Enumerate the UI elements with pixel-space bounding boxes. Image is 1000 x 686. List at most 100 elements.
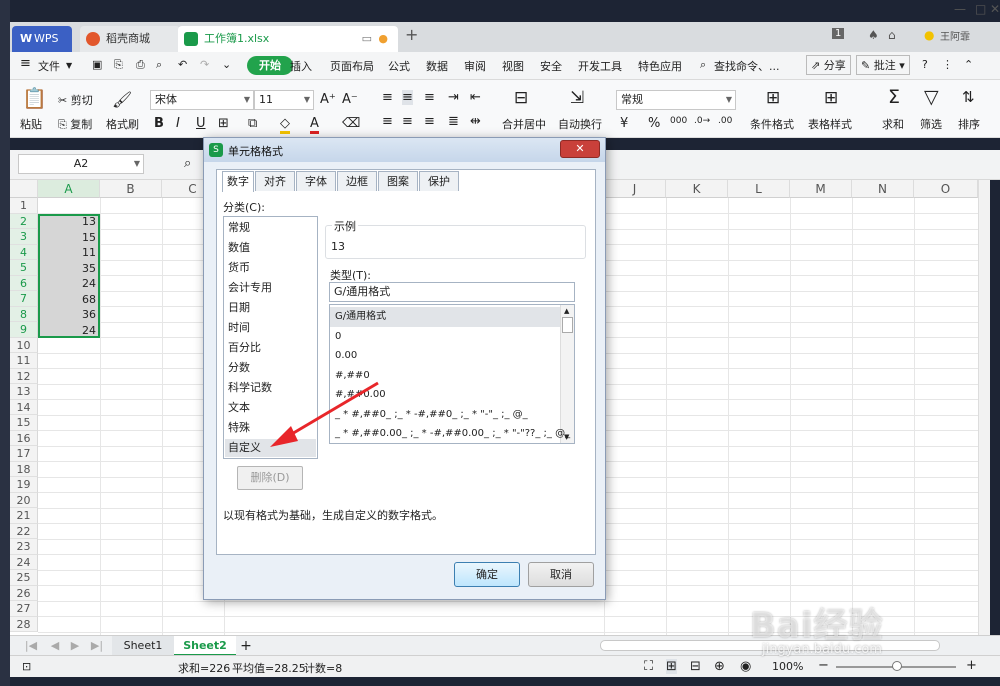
- row-header[interactable]: 20: [10, 492, 38, 508]
- monitor-icon[interactable]: ▭: [362, 26, 372, 52]
- menu-item-security[interactable]: 安全: [540, 58, 562, 74]
- type-item[interactable]: 0.00: [335, 346, 357, 366]
- category-list[interactable]: 常规 数值 货币 会计专用 日期 时间 百分比 分数 科学记数 文本 特殊 自定义: [223, 216, 318, 459]
- table-style-icon[interactable]: ⊞: [824, 88, 838, 108]
- tab-number[interactable]: 数字: [222, 171, 254, 192]
- normal-view-icon[interactable]: ⊞: [666, 659, 677, 674]
- shirt-icon[interactable]: ⌂: [888, 28, 896, 42]
- type-item[interactable]: G/通用格式: [330, 307, 560, 327]
- type-input[interactable]: G/通用格式: [329, 282, 575, 302]
- type-list[interactable]: ▲ ▼ G/通用格式 0 0.00 #,##0 #,##0.00 _ * #,##0_ ;_…: [329, 304, 575, 444]
- more-icon[interactable]: ⌄: [222, 58, 231, 71]
- fullscreen-icon[interactable]: ⛶: [644, 659, 653, 674]
- thousands-icon[interactable]: 000: [670, 116, 687, 126]
- indent-icon[interactable]: ⇥: [448, 90, 459, 105]
- add-sheet-button[interactable]: +: [236, 636, 256, 656]
- sheet-nav-last[interactable]: ▶|: [90, 636, 104, 656]
- number-format-select[interactable]: 常规 ▼: [616, 90, 736, 110]
- row-header[interactable]: 22: [10, 523, 38, 539]
- wrap-text-icon[interactable]: ⇲: [570, 88, 584, 108]
- row-header[interactable]: 19: [10, 477, 38, 493]
- share-button[interactable]: ⇗ 分享: [806, 55, 851, 75]
- row-header[interactable]: 10: [10, 337, 38, 353]
- menu-item-view[interactable]: 视图: [502, 58, 524, 74]
- tab-wps[interactable]: W WPS: [12, 26, 72, 52]
- copy-button[interactable]: ⎘ 复制: [58, 116, 92, 132]
- user-name[interactable]: 王阿霏: [940, 28, 970, 43]
- cancel-button[interactable]: 取消: [528, 562, 594, 587]
- row-header[interactable]: 9: [10, 322, 38, 338]
- scroll-thumb[interactable]: [562, 317, 573, 333]
- table-style-button[interactable]: 表格样式: [808, 116, 852, 132]
- comment-button[interactable]: ✎ 批注 ▾: [856, 55, 910, 75]
- grow-font-icon[interactable]: A⁺: [320, 92, 336, 107]
- menu-item-insert[interactable]: 插入: [290, 58, 312, 74]
- paste-button[interactable]: 粘贴: [20, 116, 42, 132]
- align-right-icon[interactable]: ≡: [424, 114, 435, 129]
- sum-icon[interactable]: Σ: [888, 86, 900, 108]
- zoom-slider-handle[interactable]: [892, 661, 902, 671]
- row-header[interactable]: 12: [10, 368, 38, 384]
- menu-item-formula[interactable]: 公式: [388, 58, 410, 74]
- row-header[interactable]: 8: [10, 306, 38, 322]
- align-top-icon[interactable]: ≡: [382, 90, 393, 105]
- row-header[interactable]: 15: [10, 415, 38, 431]
- tab-daoke-shop[interactable]: 稻壳商城: [80, 26, 180, 52]
- category-item[interactable]: 数值: [228, 239, 250, 257]
- row-header[interactable]: 2: [10, 213, 38, 229]
- type-item[interactable]: #,##0.00: [335, 385, 386, 405]
- row-header[interactable]: 13: [10, 384, 38, 400]
- print-icon[interactable]: ⎙: [136, 58, 145, 72]
- sort-icon[interactable]: ⇅: [962, 88, 975, 106]
- column-header[interactable]: O: [914, 180, 978, 198]
- category-item[interactable]: 时间: [228, 319, 250, 337]
- row-header[interactable]: 3: [10, 229, 38, 245]
- column-header[interactable]: N: [852, 180, 914, 198]
- category-item[interactable]: 自定义: [225, 439, 316, 457]
- type-item[interactable]: _ * #,##0.00_ ;_ * -#,##0.00_ ;_ * "-"??…: [335, 424, 570, 443]
- selection-range[interactable]: [38, 214, 100, 338]
- zoom-level[interactable]: 100%: [772, 660, 803, 673]
- zoom-out-button[interactable]: −: [818, 658, 829, 673]
- row-header[interactable]: 17: [10, 446, 38, 462]
- export-pdf-icon[interactable]: ⎘: [114, 58, 123, 72]
- distributed-icon[interactable]: ⇹: [470, 114, 481, 129]
- select-all-corner[interactable]: [10, 180, 38, 198]
- justify-icon[interactable]: ≣: [448, 114, 459, 129]
- redo-icon[interactable]: ↷: [200, 58, 209, 71]
- merge-center-button[interactable]: 合并居中: [502, 116, 546, 132]
- row-header[interactable]: 28: [10, 616, 38, 632]
- type-item[interactable]: 0: [335, 327, 341, 347]
- font-name-select[interactable]: 宋体 ▼: [150, 90, 254, 110]
- row-header[interactable]: 5: [10, 260, 38, 276]
- type-item[interactable]: #,##0: [335, 366, 370, 386]
- macro-icon[interactable]: ⊡: [22, 660, 31, 673]
- hamburger-icon[interactable]: ≡: [20, 56, 31, 71]
- sheet-tab-sheet2[interactable]: Sheet2: [174, 636, 236, 656]
- column-header[interactable]: K: [666, 180, 728, 198]
- outdent-icon[interactable]: ⇤: [470, 90, 481, 105]
- search-icon[interactable]: ⌕: [700, 58, 706, 72]
- sum-button[interactable]: 求和: [882, 116, 904, 132]
- ok-button[interactable]: 确定: [454, 562, 520, 587]
- help-icon[interactable]: ?: [922, 58, 928, 71]
- tab-alignment[interactable]: 对齐: [255, 171, 295, 191]
- row-header[interactable]: 11: [10, 353, 38, 369]
- category-item[interactable]: 日期: [228, 299, 250, 317]
- delete-button[interactable]: 删除(D): [237, 466, 303, 490]
- tab-workbook[interactable]: 工作簿1.xlsx ▭ ●: [178, 26, 398, 52]
- zoom-in-button[interactable]: +: [966, 658, 977, 673]
- maximize-button[interactable]: □: [975, 2, 986, 16]
- format-painter-button[interactable]: 格式刷: [106, 116, 139, 132]
- row-header[interactable]: 18: [10, 461, 38, 477]
- row-header[interactable]: 6: [10, 275, 38, 291]
- sheet-nav-first[interactable]: |◀: [24, 636, 38, 656]
- menu-item-data[interactable]: 数据: [426, 58, 448, 74]
- skin-icon[interactable]: ♠: [868, 28, 879, 42]
- column-header[interactable]: J: [604, 180, 666, 198]
- chevron-down-icon[interactable]: ▼: [66, 61, 72, 70]
- minimize-button[interactable]: —: [954, 2, 966, 16]
- collapse-ribbon-icon[interactable]: ⌃: [964, 58, 973, 71]
- more-options-icon[interactable]: ⋮: [942, 58, 953, 71]
- column-header[interactable]: A: [38, 180, 100, 198]
